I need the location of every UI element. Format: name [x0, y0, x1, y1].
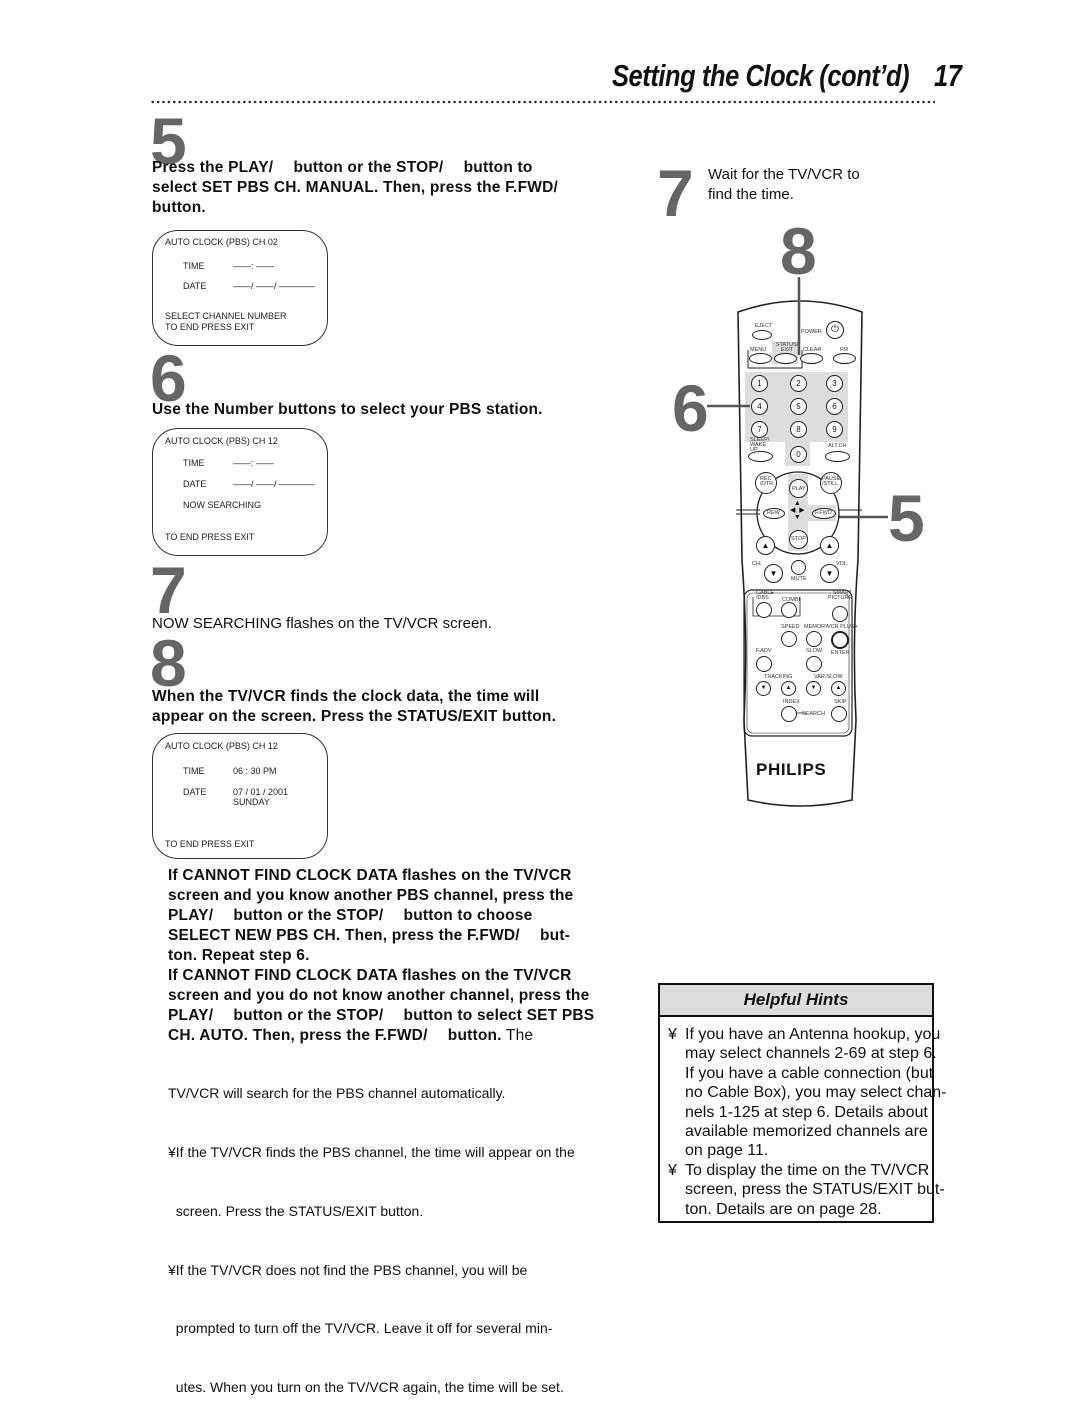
alt-ch-button[interactable]	[825, 451, 850, 462]
vcr-plus-label: VCR PLUS+	[827, 624, 858, 630]
digit-4-button[interactable]: 4	[751, 398, 768, 415]
text-line: nels 1-125 at step 6. Details about	[685, 1103, 928, 1121]
var-slow-up-button[interactable]: ▲	[831, 681, 846, 696]
combi-button[interactable]	[781, 602, 797, 618]
enter-label: ENTER	[831, 650, 850, 656]
pause-label: PAUSE /STILL	[822, 476, 841, 487]
digit-2-button[interactable]: 2	[790, 375, 807, 392]
text-line: may select channels 2-69 at step 6.	[685, 1045, 937, 1063]
helpful-hints-title: Helpful Hints	[660, 985, 932, 1017]
ch-down-button[interactable]: ▼	[764, 564, 783, 583]
digit-3-button[interactable]: 3	[826, 375, 843, 392]
digit-6-button[interactable]: 6	[826, 398, 843, 415]
var-slow-label: VAR.SLOW	[814, 674, 843, 680]
mute-button[interactable]	[791, 560, 806, 575]
digit-5-button[interactable]: 5	[790, 398, 807, 415]
menu-button[interactable]	[749, 353, 772, 364]
eject-label: EJECT	[755, 323, 773, 329]
index-button[interactable]	[781, 706, 797, 722]
sleep-button[interactable]	[748, 451, 773, 462]
text-line: If you have an Antenna hookup, you	[685, 1026, 941, 1043]
rec-label: REC /OTR	[760, 476, 774, 487]
vol-label: VOL.	[836, 561, 849, 567]
digit-0-button[interactable]: 0	[790, 446, 807, 463]
eject-button[interactable]	[752, 330, 772, 340]
ch-up-button[interactable]: ▲	[756, 536, 775, 555]
memory-button[interactable]	[806, 631, 822, 647]
text-line: on page 11.	[685, 1142, 769, 1160]
slow-label: SLOW	[806, 648, 823, 654]
play-label: PLAY	[792, 486, 806, 492]
ch-label: CH.	[752, 561, 762, 567]
text-line: If you have a cable connection (but	[685, 1064, 934, 1082]
vcr-plus-enter-button[interactable]	[831, 631, 849, 649]
digit-8-button[interactable]: 8	[790, 421, 807, 438]
bullet: ¥	[668, 1162, 677, 1179]
digit-9-button[interactable]: 9	[826, 421, 843, 438]
index-label: INDEX	[783, 699, 800, 705]
text-line: To display the time on the TV/VCR	[685, 1162, 930, 1179]
cable-label: CABLE /DBS	[756, 590, 775, 601]
helpful-hints-box: Helpful Hints ¥ If you have an Antenna h…	[658, 983, 946, 1223]
dpad-arrows-icon[interactable]: ▲ ◀ ▶ ▼	[790, 500, 805, 521]
skip-button[interactable]	[831, 706, 847, 722]
status-exit-button[interactable]	[774, 353, 797, 364]
philips-logo: PHILIPS	[756, 760, 827, 779]
power-label: POWER	[801, 329, 822, 335]
speed-label: SPEED	[781, 624, 800, 630]
tracking-label: TRACKING	[764, 674, 793, 680]
text-line: available memorized channels are	[685, 1123, 928, 1141]
stop-label: STOP	[791, 536, 806, 542]
tracking-down-button[interactable]: ▼	[756, 681, 771, 696]
speed-button[interactable]	[781, 631, 797, 647]
digit-7-button[interactable]: 7	[751, 421, 768, 438]
status-exit-label: STATUS/ EXIT	[775, 342, 799, 353]
text-line: screen, press the STATUS/EXIT but-	[685, 1181, 945, 1199]
ffwd-label: F.FWD	[815, 510, 832, 516]
cable-dbs-button[interactable]	[756, 602, 772, 618]
clear-button[interactable]	[800, 353, 823, 364]
fadv-label: F.ADV	[756, 648, 772, 654]
fm-button[interactable]	[833, 353, 856, 364]
search-label: SEARCH	[802, 711, 825, 717]
vol-down-button[interactable]: ▼	[820, 564, 839, 583]
vol-up-button[interactable]: ▲	[820, 536, 839, 555]
skip-label: SKIP	[834, 699, 847, 705]
smart-picture-label: SMART PICTURE	[828, 590, 853, 601]
rew-label: REW	[767, 510, 780, 516]
smart-picture-button[interactable]	[832, 606, 848, 622]
mute-label: MUTE	[791, 576, 807, 582]
slow-button[interactable]	[806, 656, 822, 672]
fadv-button[interactable]	[756, 656, 772, 672]
tracking-up-button[interactable]: ▲	[781, 681, 796, 696]
memory-label: MEMORY	[804, 624, 829, 630]
text-line: ton. Details are on page 28.	[685, 1200, 882, 1218]
power-icon[interactable]: ⏻	[826, 321, 844, 339]
digit-1-button[interactable]: 1	[751, 375, 768, 392]
bullet: ¥	[668, 1026, 677, 1043]
text-line: no Cable Box), you may select chan-	[685, 1084, 947, 1102]
var-slow-down-button[interactable]: ▼	[806, 681, 821, 696]
alt-ch-label: ALT.CH	[828, 443, 847, 449]
